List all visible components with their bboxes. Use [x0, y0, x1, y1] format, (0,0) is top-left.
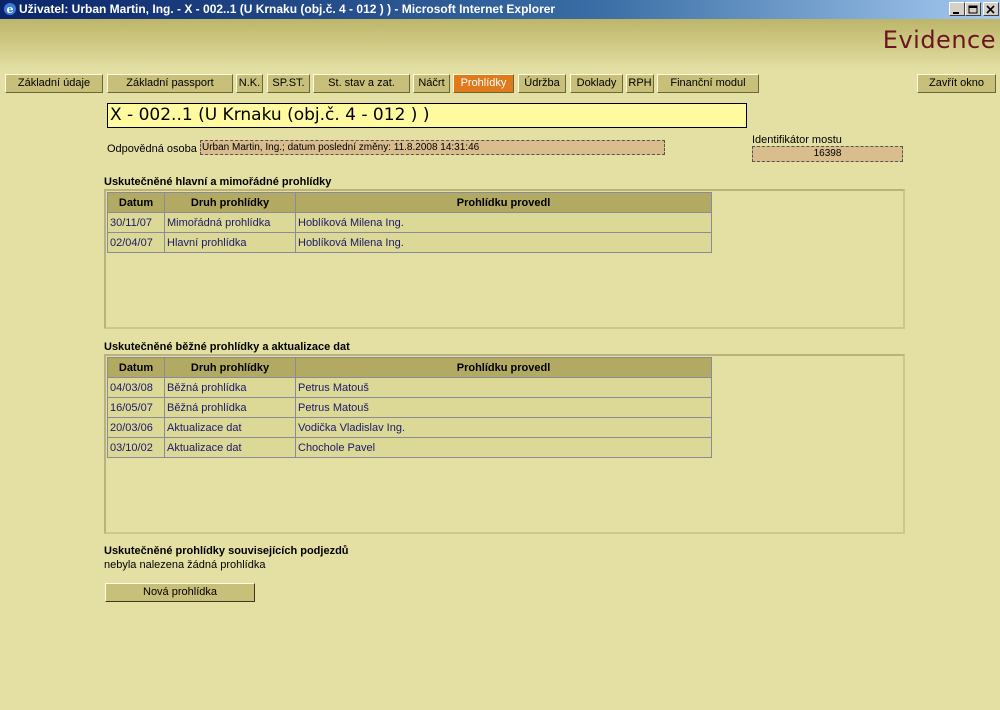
cell-inspector: Hoblíková Milena Ing.	[295, 232, 712, 253]
cell-type: Běžná prohlídka	[164, 377, 296, 398]
cell-date: 30/11/07	[107, 212, 165, 233]
cell-date: 03/10/02	[107, 437, 165, 458]
col-type-header: Druh prohlídky	[164, 357, 296, 378]
bridge-id-field: 16398	[752, 146, 903, 162]
cell-inspector: Petrus Matouš	[295, 397, 712, 418]
cell-date: 02/04/07	[107, 232, 165, 253]
cell-type: Mimořádná prohlídka	[164, 212, 296, 233]
table-row[interactable]: 02/04/07 Hlavní prohlídka Hoblíková Mile…	[107, 232, 712, 253]
tab-doklady[interactable]: Doklady	[570, 74, 623, 93]
main-inspections-table: Datum Druh prohlídky Prohlídku provedl 3…	[107, 192, 712, 253]
tab-nk[interactable]: N.K.	[236, 74, 263, 93]
tab-udrzba[interactable]: Údržba	[518, 74, 566, 93]
new-inspection-button[interactable]: Nová prohlídka	[105, 583, 255, 602]
col-inspector-header: Prohlídku provedl	[295, 192, 712, 213]
header-band	[0, 19, 1000, 70]
window-title-bar: e Uživatel: Urban Martin, Ing. - X - 002…	[0, 0, 1000, 19]
col-date-header: Datum	[107, 357, 165, 378]
cell-type: Běžná prohlídka	[164, 397, 296, 418]
responsible-person-field: Urban Martin, Ing.; datum poslední změny…	[200, 140, 665, 155]
cell-inspector: Hoblíková Milena Ing.	[295, 212, 712, 233]
tab-nacrt[interactable]: Náčrt	[413, 74, 450, 93]
tab-rph[interactable]: RPH	[626, 74, 654, 93]
svg-text:e: e	[7, 3, 14, 16]
cell-inspector: Chochole Pavel	[295, 437, 712, 458]
minimize-icon	[953, 12, 959, 14]
table-row[interactable]: 20/03/06 Aktualizace dat Vodička Vladisl…	[107, 417, 712, 438]
cell-inspector: Petrus Matouš	[295, 377, 712, 398]
responsible-person-label: Odpovědná osoba	[107, 143, 197, 155]
close-icon	[986, 5, 995, 14]
related-inspections-title: Uskutečněné prohlídky souvisejících podj…	[104, 545, 349, 557]
main-inspections-title: Uskutečněné hlavní a mimořádné prohlídky	[104, 176, 332, 188]
tab-zakladni-passport[interactable]: Základní passport	[107, 74, 233, 93]
maximize-button[interactable]	[965, 2, 981, 16]
table-row[interactable]: 16/05/07 Běžná prohlídka Petrus Matouš	[107, 397, 712, 418]
cell-date: 16/05/07	[107, 397, 165, 418]
tab-zakladni-udaje[interactable]: Základní údaje	[5, 74, 103, 93]
app-brand: Evidence	[882, 26, 996, 54]
object-title: X - 002..1 (U Krnaku (obj.č. 4 - 012 ) )	[107, 103, 747, 128]
cell-type: Aktualizace dat	[164, 437, 296, 458]
table-header-row: Datum Druh prohlídky Prohlídku provedl	[107, 357, 712, 378]
cell-type: Aktualizace dat	[164, 417, 296, 438]
table-header-row: Datum Druh prohlídky Prohlídku provedl	[107, 192, 712, 213]
window-title: Uživatel: Urban Martin, Ing. - X - 002..…	[19, 2, 556, 16]
minimize-button[interactable]	[949, 2, 965, 16]
cell-inspector: Vodička Vladislav Ing.	[295, 417, 712, 438]
cell-type: Hlavní prohlídka	[164, 232, 296, 253]
cell-date: 20/03/06	[107, 417, 165, 438]
no-inspections-text: nebyla nalezena žádná prohlídka	[104, 559, 266, 571]
ie-icon: e	[4, 3, 16, 16]
tab-st-stav[interactable]: St. stav a zat.	[313, 74, 410, 93]
table-row[interactable]: 30/11/07 Mimořádná prohlídka Hoblíková M…	[107, 212, 712, 233]
close-window-button[interactable]	[983, 2, 999, 16]
close-window-page-button[interactable]: Zavřít okno	[917, 74, 996, 93]
tab-spst[interactable]: SP.ST.	[267, 74, 310, 93]
table-row[interactable]: 04/03/08 Běžná prohlídka Petrus Matouš	[107, 377, 712, 398]
cell-date: 04/03/08	[107, 377, 165, 398]
regular-inspections-table: Datum Druh prohlídky Prohlídku provedl 0…	[107, 357, 712, 458]
col-type-header: Druh prohlídky	[164, 192, 296, 213]
tab-prohlidky[interactable]: Prohlídky	[453, 74, 514, 93]
table-row[interactable]: 03/10/02 Aktualizace dat Chochole Pavel	[107, 437, 712, 458]
bridge-id-label: Identifikátor mostu	[752, 134, 842, 146]
col-date-header: Datum	[107, 192, 165, 213]
tab-financni-modul[interactable]: Finanční modul	[657, 74, 759, 93]
col-inspector-header: Prohlídku provedl	[295, 357, 712, 378]
maximize-icon	[968, 5, 978, 14]
regular-inspections-title: Uskutečněné běžné prohlídky a aktualizac…	[104, 341, 350, 353]
